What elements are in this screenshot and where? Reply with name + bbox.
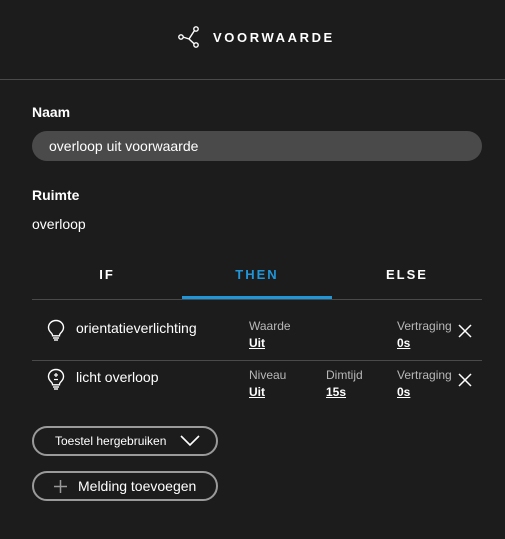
field-waarde: Waarde Uit — [249, 319, 291, 351]
tab-if[interactable]: IF — [32, 258, 182, 299]
action-device-name: orientatieverlichting — [76, 320, 197, 336]
name-label: Naam — [32, 104, 71, 120]
field-value-link[interactable]: 0s — [397, 335, 452, 351]
action-device-name: licht overloop — [76, 369, 159, 385]
header: VOORWAARDE — [0, 0, 505, 80]
dimmable-lightbulb-icon — [47, 368, 65, 390]
share-nodes-icon — [178, 26, 199, 48]
page-title: VOORWAARDE — [213, 30, 335, 45]
reuse-device-label: Toestel hergebruiken — [55, 434, 167, 448]
action-row: licht overloop Niveau Uit Dimtijd 15s Ve… — [32, 350, 482, 410]
field-label: Vertraging — [397, 368, 452, 382]
tab-else[interactable]: ELSE — [332, 258, 482, 299]
field-value-link[interactable]: Uit — [249, 335, 291, 351]
close-icon[interactable] — [458, 373, 472, 387]
tab-bar: IF THEN ELSE — [32, 258, 482, 300]
field-vertraging: Vertraging 0s — [397, 319, 452, 351]
chevron-down-icon — [180, 435, 200, 447]
field-value-link[interactable]: 0s — [397, 384, 452, 400]
field-value-link[interactable]: Uit — [249, 384, 286, 400]
add-notification-button[interactable]: Melding toevoegen — [32, 471, 218, 501]
close-icon[interactable] — [458, 324, 472, 338]
field-label: Niveau — [249, 368, 287, 382]
field-vertraging: Vertraging 0s — [397, 368, 452, 400]
add-notification-label: Melding toevoegen — [78, 478, 197, 494]
name-input[interactable] — [32, 131, 482, 161]
field-dimtijd: Dimtijd 15s — [326, 368, 363, 400]
reuse-device-button[interactable]: Toestel hergebruiken — [32, 426, 218, 456]
tab-then[interactable]: THEN — [182, 258, 332, 299]
active-tab-indicator — [182, 296, 332, 299]
plus-icon — [54, 480, 67, 493]
field-label: Vertraging — [397, 319, 452, 333]
room-label: Ruimte — [32, 187, 80, 203]
lightbulb-icon — [47, 319, 65, 341]
field-niveau: Niveau Uit — [249, 368, 286, 400]
room-value: overloop — [32, 216, 86, 232]
field-label: Waarde — [249, 319, 291, 333]
field-value-link[interactable]: 15s — [326, 384, 363, 400]
field-label: Dimtijd — [326, 368, 363, 382]
